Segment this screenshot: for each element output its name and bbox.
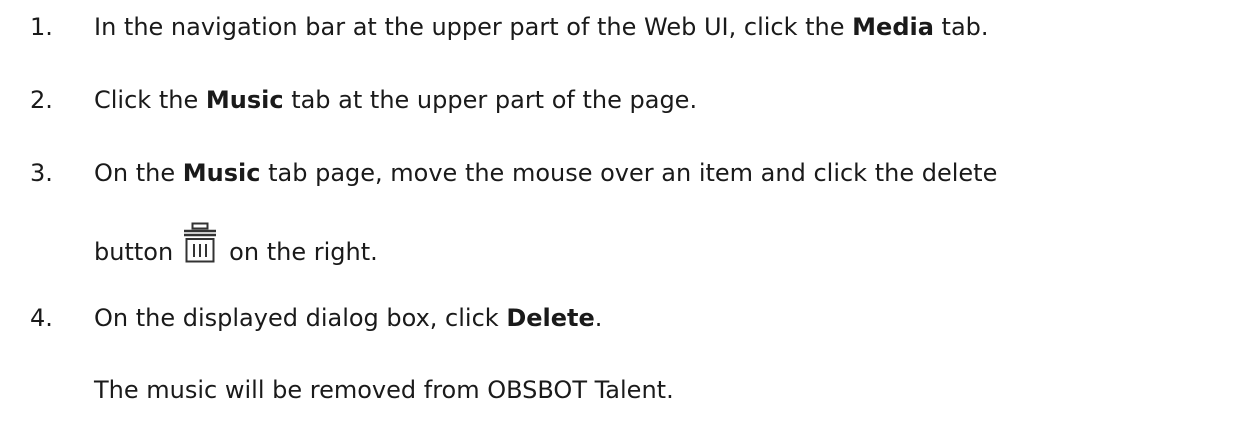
text-run: On the displayed dialog box, click [94,304,507,332]
delete-trash-icon [183,222,217,264]
text-run: tab at the upper part of the page. [283,86,698,114]
step-text: On the Music tab page, move the mouse ov… [94,154,1226,271]
step-text: On the displayed dialog box, click Delet… [94,299,1226,409]
text-run: On the [94,159,183,187]
step-text: In the navigation bar at the upper part … [94,8,1226,46]
text-run: tab page, move the mouse over an item an… [260,159,998,187]
ui-term-music: Music [182,159,261,187]
step-number: 1. [30,13,53,41]
step-number: 2. [30,86,53,114]
text-run: . [594,304,603,332]
step-number: 3. [30,159,53,187]
ui-term-media: Media [852,13,934,41]
step-line: On the Music tab page, move the mouse ov… [94,154,1226,192]
step-result: The music will be removed from OBSBOT Ta… [94,376,674,404]
text-run: button [94,238,174,266]
ui-term-delete: Delete [506,304,595,332]
step-line: On the displayed dialog box, click Delet… [94,299,1226,337]
instruction-document: 1. In the navigation bar at the upper pa… [0,0,1246,430]
step-line: button on the right. [94,222,1226,271]
text-run: on the right. [229,238,378,266]
step-line: Click the Music tab at the upper part of… [94,81,1226,119]
ui-term-music: Music [205,86,284,114]
text-run: Click the [94,86,206,114]
step-line: In the navigation bar at the upper part … [94,8,1226,46]
step-text: Click the Music tab at the upper part of… [94,81,1226,119]
text-run: tab. [933,13,989,41]
text-run: In the navigation bar at the upper part … [94,13,853,41]
step-number: 4. [30,304,53,332]
